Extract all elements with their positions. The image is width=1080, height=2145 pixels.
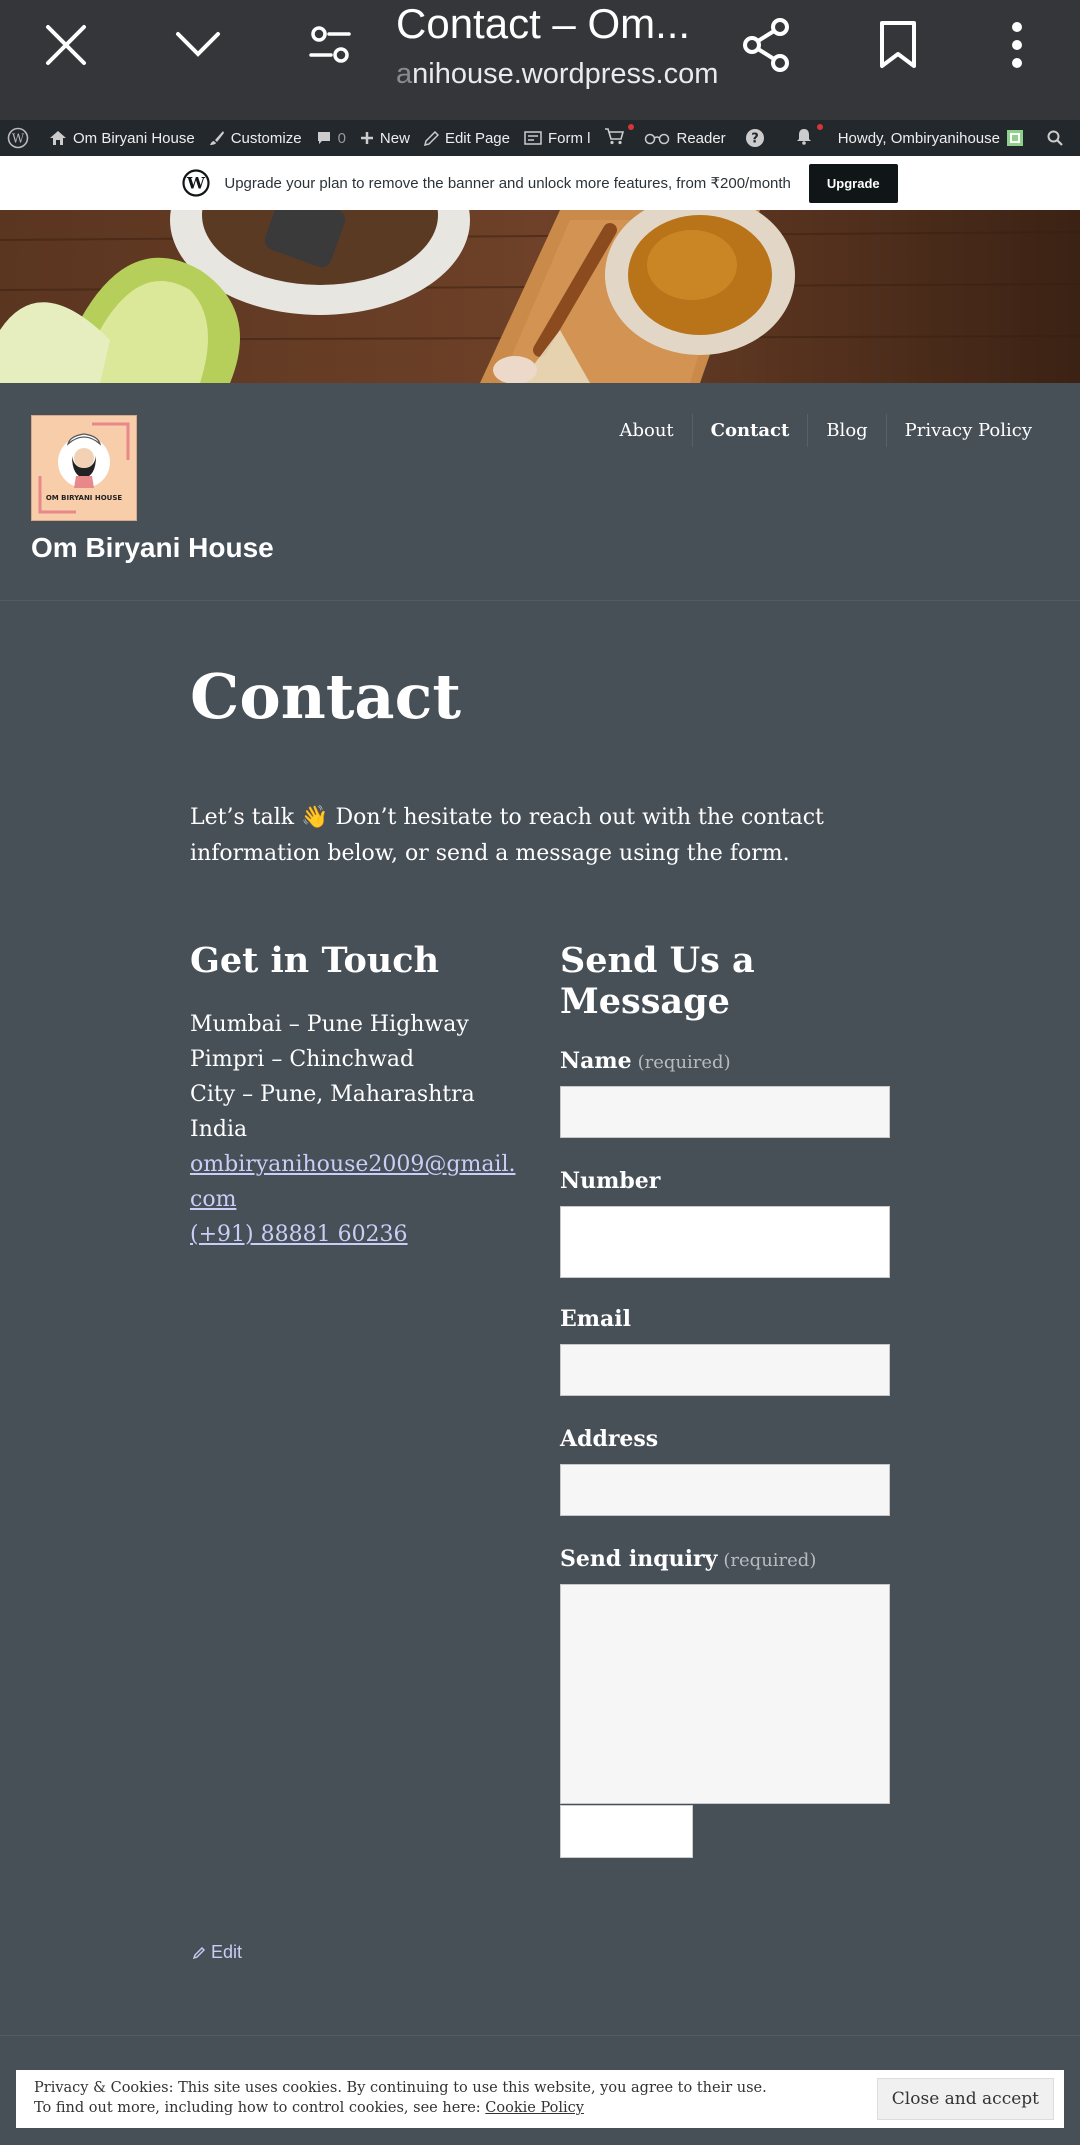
email-link[interactable]: ombiryanihouse2009@gmail.com	[190, 1147, 520, 1217]
more-menu-icon[interactable]	[984, 12, 1050, 78]
form-icon	[524, 131, 542, 145]
svg-text:OM BIRYANI HOUSE: OM BIRYANI HOUSE	[46, 494, 123, 502]
upgrade-button[interactable]: Upgrade	[808, 163, 898, 203]
wp-admin-bar: W Om Biryani House Customize 0 New Edit …	[0, 120, 1080, 156]
site-logo[interactable]: OM BIRYANI HOUSE	[31, 415, 137, 521]
svg-text:W: W	[12, 132, 25, 146]
contact-form-heading: Send Us a Message	[560, 940, 755, 1022]
home-icon	[50, 131, 66, 145]
plus-icon	[360, 132, 373, 144]
header-divider	[0, 600, 1080, 601]
nav-privacy-policy[interactable]: Privacy Policy	[885, 414, 1050, 447]
help-icon[interactable]: ?	[733, 120, 783, 156]
notifications-bell-icon[interactable]	[783, 120, 831, 156]
admin-site-link[interactable]: Om Biryani House	[42, 120, 202, 156]
cookie-text: Privacy & Cookies: This site uses cookie…	[34, 2080, 767, 2116]
close-and-accept-button[interactable]: Close and accept	[876, 2078, 1054, 2120]
browser-toolbar: Contact – Om... anihouse.wordpress.com	[0, 0, 1080, 120]
svg-text:?: ?	[751, 132, 759, 147]
phone-link[interactable]: (+91) 88881 60236	[190, 1217, 520, 1252]
admin-comments-link[interactable]: 0	[309, 120, 353, 156]
pencil-icon	[423, 130, 439, 146]
cookie-policy-link[interactable]: Cookie Policy	[485, 2100, 584, 2116]
chevron-down-icon[interactable]	[165, 12, 231, 78]
tab-title: Contact – Om...	[396, 0, 691, 47]
admin-customize-link[interactable]: Customize	[202, 120, 309, 156]
cart-icon	[604, 124, 635, 149]
upgrade-banner-text: Upgrade your plan to remove the banner a…	[224, 175, 791, 192]
brush-icon	[209, 131, 224, 145]
admin-edit-page-link[interactable]: Edit Page	[417, 120, 517, 156]
page-controls-icon[interactable]	[297, 12, 363, 78]
name-label: Name (required)	[560, 1048, 731, 1074]
address-line: Pimpri – Chinchwad	[190, 1047, 415, 1072]
admin-cart-link[interactable]	[597, 120, 637, 156]
admin-account-menu[interactable]: Howdy, Ombiryanihouse	[831, 120, 1037, 156]
address-line: India	[190, 1117, 248, 1142]
inquiry-textarea[interactable]	[560, 1584, 890, 1804]
page-intro: Let’s talk 👋 Don’t hesitate to reach out…	[190, 805, 824, 866]
upgrade-banner: W Upgrade your plan to remove the banner…	[0, 156, 1080, 210]
main-navigation: About Contact Blog Privacy Policy	[601, 414, 1050, 447]
submit-button[interactable]	[560, 1805, 693, 1858]
reader-glasses-icon	[645, 133, 670, 145]
number-label: Number	[560, 1168, 661, 1194]
header-image	[0, 210, 1080, 383]
address-label: Address	[560, 1426, 659, 1452]
footer-divider	[0, 2035, 1080, 2036]
url-bar[interactable]: anihouse.wordpress.com	[396, 58, 718, 91]
email-field[interactable]	[560, 1344, 890, 1396]
share-icon[interactable]	[733, 12, 799, 78]
name-field[interactable]	[560, 1086, 890, 1138]
cookie-banner: Privacy & Cookies: This site uses cookie…	[16, 2070, 1064, 2128]
contact-info-column: Get in Touch Mumbai – Pune Highway Pimpr…	[190, 940, 520, 1252]
user-avatar-icon	[1006, 130, 1023, 146]
page-title: Contact	[190, 660, 461, 733]
pencil-icon	[193, 1946, 205, 1959]
address-field[interactable]	[560, 1464, 890, 1516]
nav-blog[interactable]: Blog	[807, 414, 885, 447]
edit-page-link[interactable]: Edit	[193, 1942, 242, 1963]
number-field[interactable]	[560, 1206, 890, 1278]
admin-form-link[interactable]: Form l	[517, 120, 598, 156]
nav-about[interactable]: About	[601, 414, 691, 447]
close-icon[interactable]	[33, 12, 99, 78]
svg-text:W: W	[186, 174, 206, 193]
address-line: Mumbai – Pune Highway	[190, 1012, 469, 1037]
admin-search-icon[interactable]	[1037, 120, 1079, 156]
bookmark-icon[interactable]	[865, 12, 931, 78]
nav-contact[interactable]: Contact	[691, 414, 808, 447]
inquiry-label: Send inquiry (required)	[560, 1546, 817, 1572]
wordpress-logo-icon[interactable]: W	[0, 120, 42, 156]
site-title[interactable]: Om Biryani House	[31, 532, 274, 564]
comment-icon	[317, 131, 330, 144]
contact-info-heading: Get in Touch	[190, 940, 440, 981]
email-label: Email	[560, 1306, 632, 1332]
admin-new-link[interactable]: New	[353, 120, 417, 156]
admin-reader-link[interactable]: Reader	[637, 120, 732, 156]
wordpress-logo-icon: W	[182, 169, 210, 197]
address-line: City – Pune, Maharashtra	[190, 1082, 475, 1107]
contact-form: Send Us a Message Name (required) Number …	[560, 940, 890, 1858]
